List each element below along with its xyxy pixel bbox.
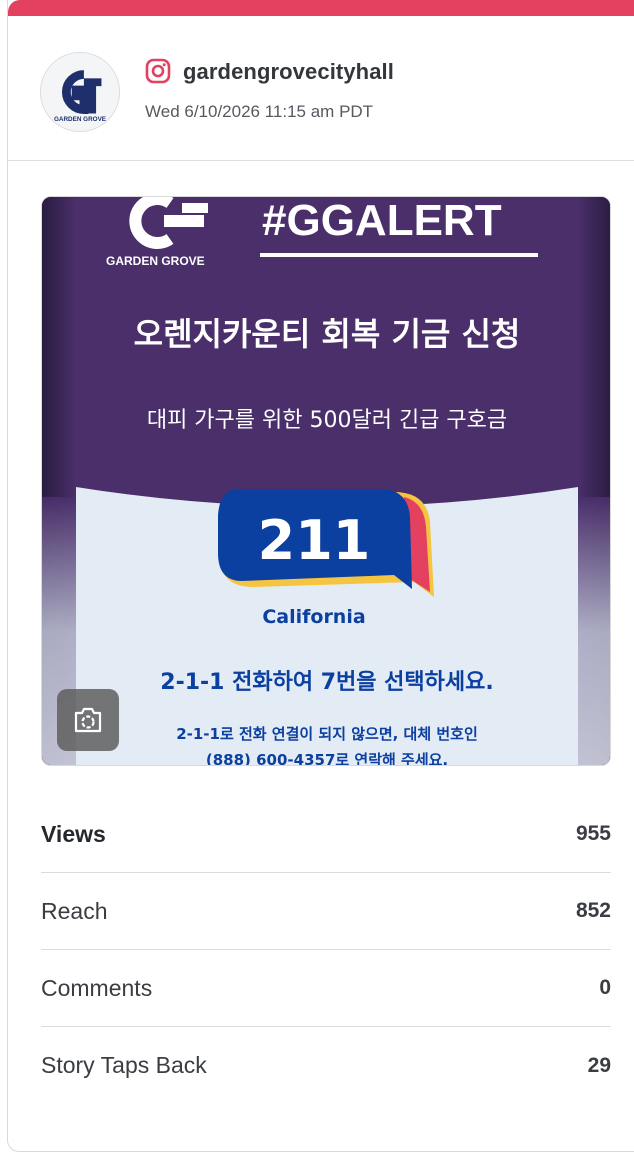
image-instruction: 2-1-1 전화하여 7번을 선택하세요. [160, 670, 493, 695]
metric-value: 29 [587, 1053, 611, 1077]
metric-value: 852 [575, 899, 611, 922]
image-hashtag: #GGALERT [262, 197, 502, 245]
image-fallback-line1: 2-1-1로 전화 연결이 되지 않으면, 대체 번호인 [176, 725, 478, 743]
post-image: GARDEN GROVE #GGALERT 오렌지카운티 회복 기금 신청 대피… [42, 197, 610, 766]
accent-bar [8, 0, 634, 16]
post-date: Wed 6/10/2026 11:15 am PDT [145, 102, 374, 121]
metric-label: Reach [41, 897, 108, 924]
metric-value: 955 [575, 822, 611, 845]
post-header: GARDEN GROVE gardengrovecityhall Wed 6/1… [8, 16, 634, 161]
metrics-list: Views 955 Reach 852 Comments 0 Story Tap… [41, 796, 611, 1104]
metric-row-views: Views 955 [41, 796, 611, 873]
metric-label: Comments [41, 974, 153, 1001]
badge-region: California [262, 606, 365, 628]
garden-grove-logo: GARDEN GROVE [41, 53, 119, 131]
image-headline: 오렌지카운티 회복 기금 신청 [134, 315, 521, 353]
avatar[interactable]: GARDEN GROVE [40, 52, 120, 132]
camera-icon [74, 707, 102, 733]
badge-number: 211 [258, 509, 371, 572]
badge-211: 211 [218, 489, 434, 597]
image-fallback-line2: (888) 600-4357로 연락해 주세요. [206, 751, 448, 766]
account-name[interactable]: gardengrovecityhall [183, 59, 394, 85]
camera-button[interactable] [57, 689, 119, 751]
metric-row-comments: Comments 0 [41, 950, 611, 1027]
metric-row-reach: Reach 852 [41, 873, 611, 950]
post-media[interactable]: GARDEN GROVE #GGALERT 오렌지카운티 회복 기금 신청 대피… [41, 196, 611, 766]
metric-label: Story Taps Back [41, 1052, 207, 1078]
instagram-icon [145, 58, 171, 84]
avatar-label: GARDEN GROVE [54, 116, 106, 123]
metric-row-story-taps-back: Story Taps Back 29 [41, 1027, 611, 1104]
image-brand-text: GARDEN GROVE [106, 254, 205, 268]
post-card: GARDEN GROVE gardengrovecityhall Wed 6/1… [7, 0, 634, 1152]
image-subheadline: 대피 가구를 위한 500달러 긴급 구호금 [147, 408, 507, 433]
metric-value: 0 [599, 976, 611, 999]
metric-label: Views [41, 820, 106, 847]
